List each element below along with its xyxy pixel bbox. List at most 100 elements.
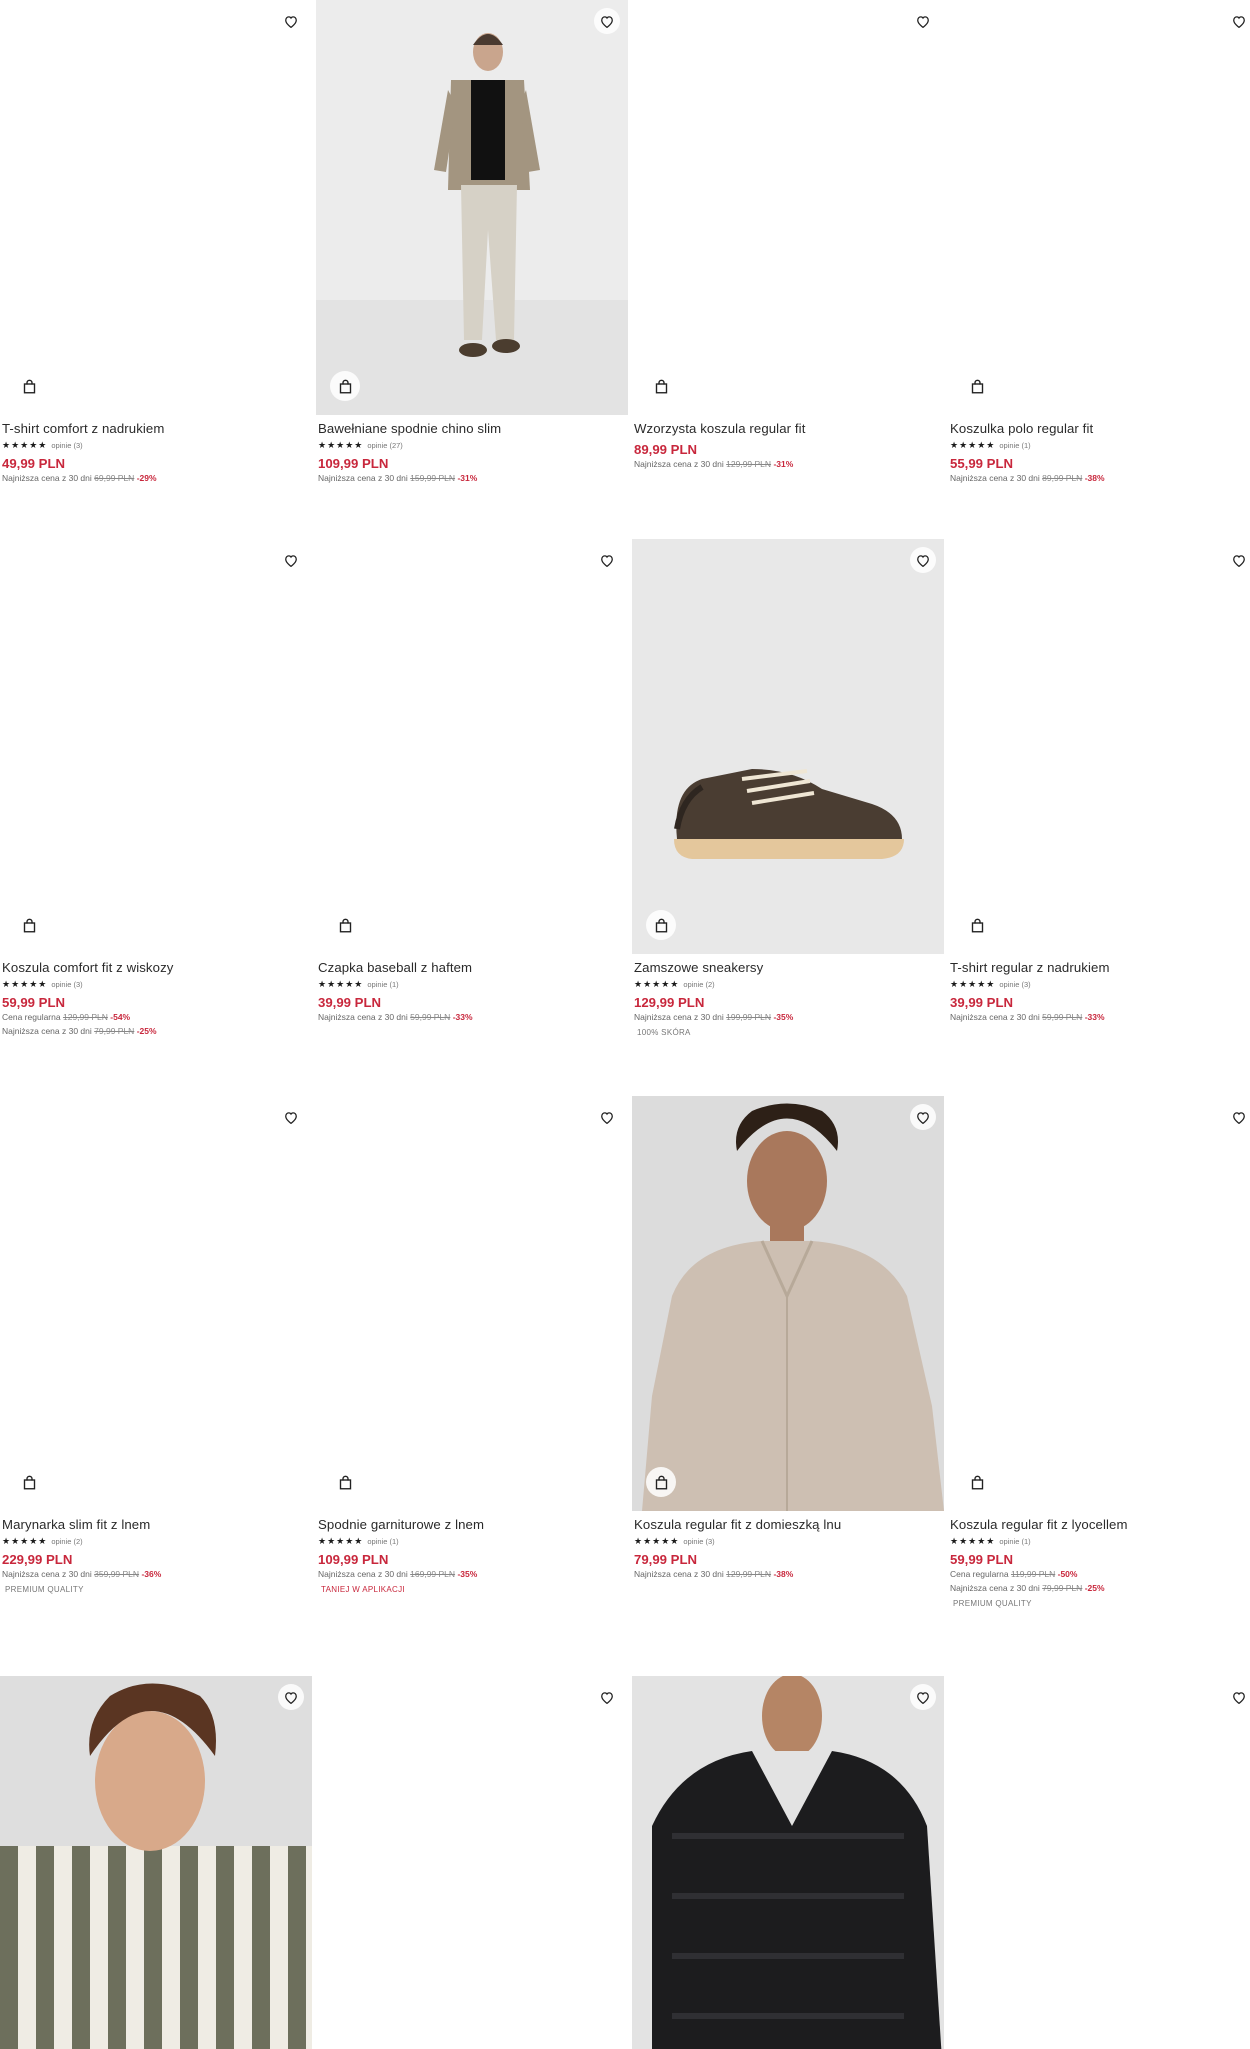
price-history-line: Cena regularna 119,99 PLN -50% [950, 1567, 1250, 1581]
heart-icon[interactable] [910, 1104, 936, 1130]
shopping-bag-icon[interactable] [962, 1467, 992, 1497]
product-image[interactable] [0, 539, 312, 954]
heart-icon[interactable] [594, 547, 620, 573]
product-card[interactable] [632, 1676, 944, 2049]
heart-icon[interactable] [594, 8, 620, 34]
shopping-bag-icon[interactable] [14, 1467, 44, 1497]
review-count[interactable]: opinie (1) [999, 441, 1030, 450]
heart-icon[interactable] [910, 8, 936, 34]
product-image[interactable] [0, 0, 312, 415]
product-image[interactable] [0, 1676, 312, 2049]
product-image[interactable] [316, 0, 628, 415]
heart-icon[interactable] [278, 1684, 304, 1710]
product-price: 39,99 PLN [950, 995, 1014, 1010]
product-name[interactable]: Spodnie garniturowe z lnem [318, 1516, 626, 1533]
shopping-bag-icon[interactable] [962, 910, 992, 940]
shopping-bag-icon[interactable] [962, 371, 992, 401]
product-card[interactable]: Koszulka polo regular fit ★★★★★ opinie (1)… [948, 0, 1250, 485]
rating: ★★★★★ opinie (3) [2, 978, 310, 990]
product-info: Bawełniane spodnie chino slim ★★★★★ opinie… [316, 415, 628, 485]
product-card[interactable]: Czapka baseball z haftem ★★★★★ opinie (1) 3… [316, 539, 628, 1024]
product-image[interactable] [632, 1096, 944, 1511]
product-price: 89,99 PLN [634, 442, 698, 457]
product-card[interactable]: Koszula regular fit z domieszką lnu ★★★★★… [632, 1096, 944, 1581]
heart-icon[interactable] [594, 1684, 620, 1710]
product-card[interactable] [948, 1676, 1250, 2049]
product-name[interactable]: Marynarka slim fit z lnem [2, 1516, 310, 1533]
product-image[interactable] [316, 1096, 628, 1511]
product-card[interactable]: Wzorzysta koszula regular fit 89,99 PLN Na… [632, 0, 944, 471]
product-name[interactable]: Koszula comfort fit z wiskozy [2, 959, 310, 976]
review-count[interactable]: opinie (1) [367, 980, 398, 989]
product-card[interactable]: T-shirt regular z nadrukiem ★★★★★ opinie (… [948, 539, 1250, 1024]
product-card[interactable] [0, 1676, 312, 2049]
product-image[interactable] [632, 0, 944, 415]
review-count[interactable]: opinie (2) [51, 1537, 82, 1546]
review-count[interactable]: opinie (3) [51, 980, 82, 989]
rating-stars: ★★★★★ [2, 979, 48, 989]
shopping-bag-icon[interactable] [330, 371, 360, 401]
product-image[interactable] [948, 1096, 1250, 1511]
review-count[interactable]: opinie (27) [367, 441, 402, 450]
review-count[interactable]: opinie (1) [367, 1537, 398, 1546]
product-card[interactable]: Spodnie garniturowe z lnem ★★★★★ opinie (1… [316, 1096, 628, 1594]
product-name[interactable]: Bawełniane spodnie chino slim [318, 420, 626, 437]
rating-stars: ★★★★★ [2, 1536, 48, 1546]
product-name[interactable]: Koszulka polo regular fit [950, 420, 1250, 437]
product-card[interactable]: Koszula regular fit z lyocellem ★★★★★ opin… [948, 1096, 1250, 1608]
review-count[interactable]: opinie (2) [683, 980, 714, 989]
product-price: 109,99 PLN [318, 456, 389, 471]
product-name[interactable]: T-shirt comfort z nadrukiem [2, 420, 310, 437]
product-image[interactable] [948, 1676, 1250, 2049]
product-image[interactable] [948, 0, 1250, 415]
heart-icon[interactable] [1226, 8, 1250, 34]
heart-icon[interactable] [910, 1684, 936, 1710]
shopping-bag-icon[interactable] [330, 1467, 360, 1497]
product-name[interactable]: Koszula regular fit z domieszką lnu [634, 1516, 942, 1533]
discount-percent: -33% [452, 1012, 473, 1022]
product-name[interactable]: T-shirt regular z nadrukiem [950, 959, 1250, 976]
product-card[interactable]: Koszula comfort fit z wiskozy ★★★★★ opinie… [0, 539, 312, 1038]
old-price: 69,99 PLN [94, 473, 135, 483]
product-name[interactable]: Wzorzysta koszula regular fit [634, 420, 942, 437]
product-info: Koszula regular fit z domieszką lnu ★★★★★… [632, 1511, 944, 1581]
discount-percent: -35% [457, 1569, 478, 1579]
product-name[interactable]: Czapka baseball z haftem [318, 959, 626, 976]
review-count[interactable]: opinie (3) [683, 1537, 714, 1546]
rating-stars: ★★★★★ [318, 979, 364, 989]
heart-icon[interactable] [1226, 1104, 1250, 1130]
product-image[interactable] [316, 539, 628, 954]
product-image[interactable] [948, 539, 1250, 954]
product-image[interactable] [0, 1096, 312, 1511]
heart-icon[interactable] [1226, 1684, 1250, 1710]
discount-percent: -38% [773, 1569, 794, 1579]
review-count[interactable]: opinie (3) [999, 980, 1030, 989]
shopping-bag-icon[interactable] [646, 371, 676, 401]
review-count[interactable]: opinie (3) [51, 441, 82, 450]
review-count[interactable]: opinie (1) [999, 1537, 1030, 1546]
price-history-line: Najniższa cena z 30 dni 129,99 PLN -31% [634, 457, 942, 471]
product-card[interactable]: Bawełniane spodnie chino slim ★★★★★ opinie… [316, 0, 628, 485]
product-card[interactable]: T-shirt comfort z nadrukiem ★★★★★ opinie (… [0, 0, 312, 485]
rating-stars: ★★★★★ [950, 1536, 996, 1546]
product-card[interactable] [316, 1676, 628, 2049]
heart-icon[interactable] [594, 1104, 620, 1130]
product-name[interactable]: Koszula regular fit z lyocellem [950, 1516, 1250, 1533]
heart-icon[interactable] [278, 8, 304, 34]
heart-icon[interactable] [278, 547, 304, 573]
price-label: Najniższa cena z 30 dni [634, 1012, 724, 1022]
product-card[interactable]: Marynarka slim fit z lnem ★★★★★ opinie (2)… [0, 1096, 312, 1594]
shopping-bag-icon[interactable] [646, 910, 676, 940]
product-image[interactable] [316, 1676, 628, 2049]
heart-icon[interactable] [278, 1104, 304, 1130]
shopping-bag-icon[interactable] [14, 910, 44, 940]
product-image[interactable] [632, 539, 944, 954]
product-name[interactable]: Zamszowe sneakersy [634, 959, 942, 976]
shopping-bag-icon[interactable] [14, 371, 44, 401]
heart-icon[interactable] [1226, 547, 1250, 573]
product-card[interactable]: Zamszowe sneakersy ★★★★★ opinie (2) 129,99 … [632, 539, 944, 1037]
shopping-bag-icon[interactable] [646, 1467, 676, 1497]
product-image[interactable] [632, 1676, 944, 2049]
shopping-bag-icon[interactable] [330, 910, 360, 940]
heart-icon[interactable] [910, 547, 936, 573]
